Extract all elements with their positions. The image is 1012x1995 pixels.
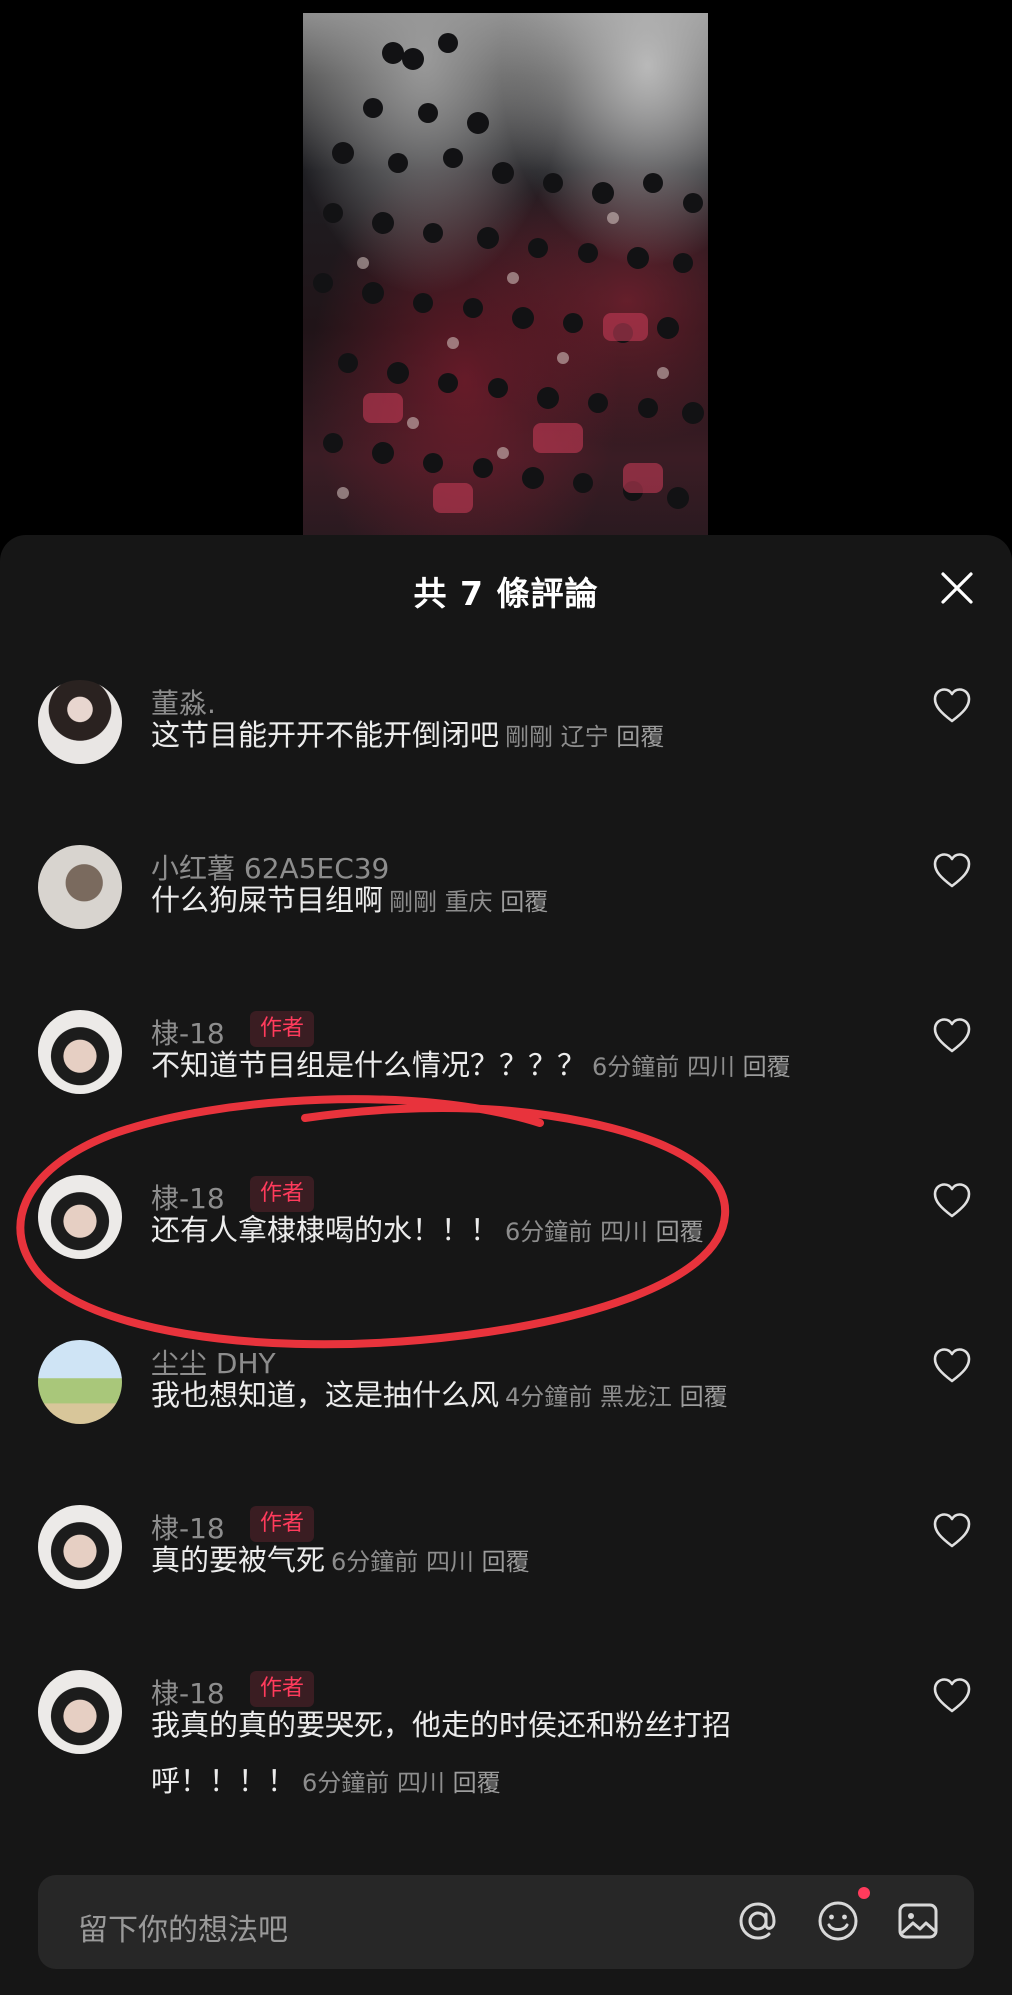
comment-input[interactable]: 留下你的想法吧 (38, 1875, 974, 1969)
heart-icon[interactable] (932, 1016, 972, 1056)
video-thumbnail[interactable] (303, 13, 708, 538)
comment-meta: 6分鐘前 四川 回覆 (331, 1548, 530, 1576)
comment-meta: 剛剛 重庆 回覆 (389, 888, 548, 916)
comment-meta: 6分鐘前 四川 回覆 (592, 1053, 791, 1081)
comment-text: 不知道节目组是什么情况？？？？ (151, 1048, 587, 1082)
comment-text: 什么狗屎节目组啊 (151, 883, 384, 917)
comment-location: 重庆 (444, 888, 493, 916)
comment-location: 辽宁 (560, 723, 609, 751)
notification-dot (858, 1887, 870, 1899)
comment-meta: 剛剛 辽宁 回覆 (505, 723, 664, 751)
comment-body: 这节目能开开不能开倒闭吧 剛剛 辽宁 回覆 (151, 707, 831, 765)
heart-icon[interactable] (932, 686, 972, 726)
reply-button[interactable]: 回覆 (500, 888, 548, 916)
comment-meta: 6分鐘前 四川 回覆 (302, 1769, 501, 1797)
avatar[interactable] (38, 1505, 122, 1589)
heart-icon[interactable] (932, 1676, 972, 1716)
avatar[interactable] (38, 680, 122, 764)
reply-button[interactable]: 回覆 (616, 723, 664, 751)
reply-button[interactable]: 回覆 (743, 1053, 791, 1081)
image-icon[interactable] (894, 1897, 942, 1945)
comment-body: 我真的真的要哭死，他走的时侯还和粉丝打招呼！！！！ 6分鐘前 四川 回覆 (151, 1697, 831, 1811)
avatar[interactable] (38, 1010, 122, 1094)
comment-time: 6分鐘前 (302, 1769, 390, 1797)
comment-body: 真的要被气死 6分鐘前 四川 回覆 (151, 1532, 831, 1590)
heart-icon[interactable] (932, 1181, 972, 1221)
reply-button[interactable]: 回覆 (482, 1548, 530, 1576)
sheet-title: 共 7 條評論 (413, 574, 599, 613)
comment-time: 剛剛 (389, 888, 438, 916)
comment-time: 6分鐘前 (331, 1548, 419, 1576)
reply-button[interactable]: 回覆 (453, 1769, 501, 1797)
avatar[interactable] (38, 1670, 122, 1754)
comment-location: 四川 (396, 1769, 445, 1797)
comment-text: 这节目能开开不能开倒闭吧 (151, 718, 500, 752)
annotation-circle (16, 1095, 730, 1349)
comment-time: 剛剛 (505, 723, 554, 751)
comment-body: 不知道节目组是什么情况？？？？ 6分鐘前 四川 回覆 (151, 1037, 831, 1095)
comment-text: 真的要被气死 (151, 1543, 326, 1577)
screen: 共 7 條評論 董淼. 这节目能开开不能开倒闭吧 剛剛 辽宁 回覆 小红薯 62A… (0, 0, 1012, 1995)
heart-icon[interactable] (932, 1511, 972, 1551)
crowd-image (313, 33, 704, 513)
emoji-icon[interactable] (814, 1897, 862, 1945)
at-icon[interactable] (734, 1897, 782, 1945)
avatar[interactable] (38, 845, 122, 929)
heart-icon[interactable] (932, 1346, 972, 1386)
heart-icon[interactable] (932, 851, 972, 891)
comment-time: 6分鐘前 (592, 1053, 680, 1081)
comment-location: 四川 (686, 1053, 735, 1081)
input-placeholder[interactable]: 留下你的想法吧 (78, 1905, 288, 1949)
comment-body: 什么狗屎节目组啊 剛剛 重庆 回覆 (151, 872, 831, 930)
close-icon[interactable] (940, 571, 974, 605)
comment-location: 四川 (425, 1548, 474, 1576)
